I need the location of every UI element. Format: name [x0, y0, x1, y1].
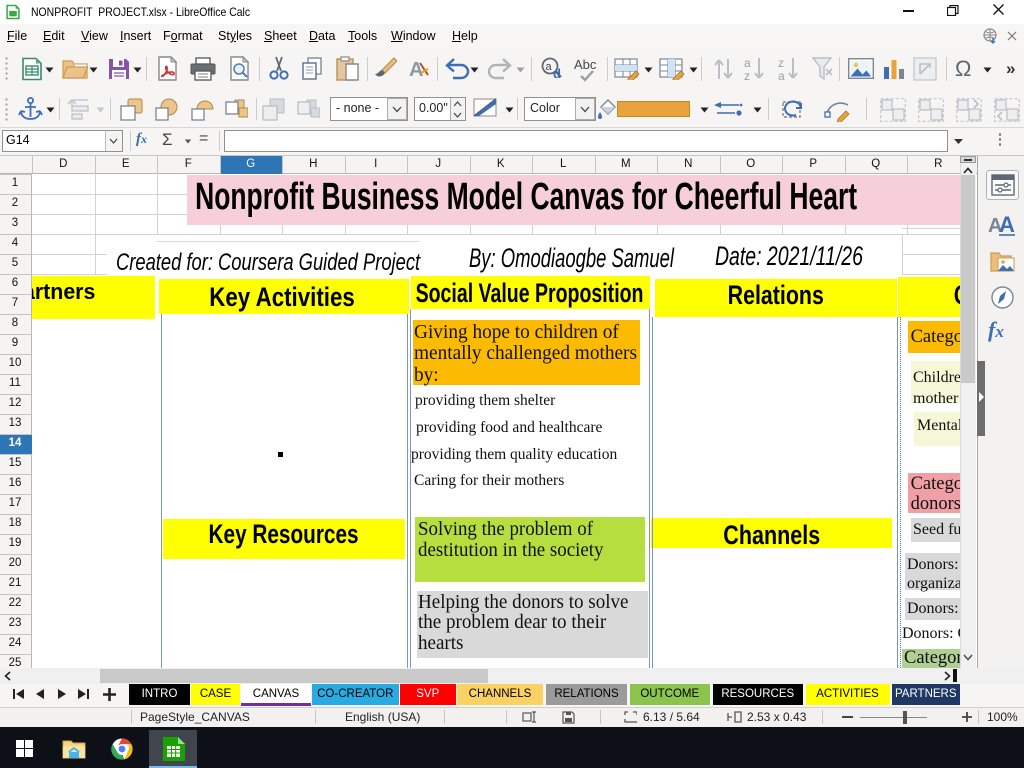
svg-text:Abc: Abc — [574, 57, 597, 72]
svg-text:d: d — [553, 66, 561, 81]
svg-text:a: a — [778, 69, 785, 82]
svg-text:A: A — [999, 212, 1015, 237]
svg-text:a: a — [744, 56, 751, 70]
svg-text:A: A — [409, 59, 423, 81]
svg-text:z: z — [744, 69, 750, 82]
svg-text:z: z — [778, 56, 784, 70]
svg-text:a: a — [546, 61, 553, 73]
